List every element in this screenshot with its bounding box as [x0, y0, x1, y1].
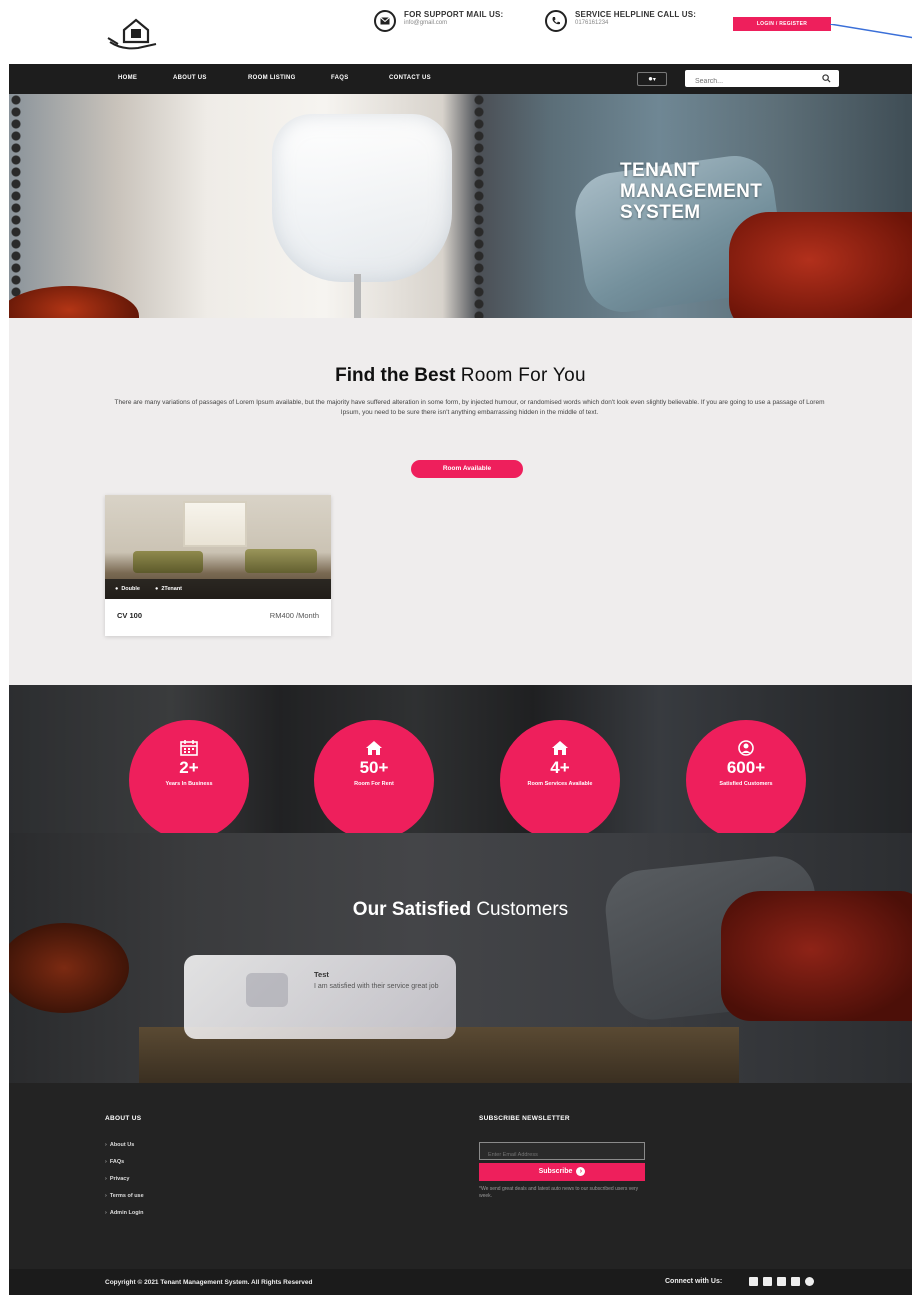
- annotation-arrow-line: [830, 24, 912, 39]
- testimonial-bg-pillow-left: [9, 923, 129, 1013]
- room-meta-strip: ● Double ● 2Tenant: [105, 579, 331, 599]
- subscribe-button[interactable]: Subscribe ›: [479, 1163, 645, 1181]
- room-photo-window: [183, 501, 247, 547]
- hero-lamp-stand: [354, 274, 361, 318]
- rooms-heading-bold: Find the Best: [335, 365, 456, 386]
- room-price: RM400 /Month: [269, 611, 319, 620]
- newsletter-note: *We send great deals and latest auto new…: [479, 1186, 639, 1199]
- phone-icon: [545, 10, 567, 32]
- rooms-description: There are many variations of passages of…: [114, 399, 825, 416]
- hero-pillow-red: [729, 212, 912, 318]
- main-nav: HOME ABOUT US ROOM LISTING FAQS CONTACT …: [9, 64, 912, 94]
- stat-value: 50+: [359, 758, 389, 777]
- mail-title: FOR SUPPORT MAIL US:: [404, 10, 504, 19]
- rooms-section: Find the Best Room For You There are man…: [9, 318, 912, 685]
- mail-address[interactable]: info@gmail.com: [404, 20, 503, 26]
- support-mail: FOR SUPPORT MAIL US: info@gmail.com: [374, 10, 503, 32]
- footer-link-about-us[interactable]: About Us: [105, 1142, 134, 1148]
- bed-icon: ●: [115, 586, 119, 592]
- user-icon: ●: [155, 586, 159, 592]
- hero-pillow-red-left: [9, 286, 139, 318]
- headboard-decoration: [9, 94, 23, 318]
- stat-label: Room For Rent: [354, 781, 394, 787]
- top-header: FOR SUPPORT MAIL US: info@gmail.com SERV…: [0, 0, 912, 64]
- subscribe-label: Subscribe: [538, 1168, 573, 1175]
- footer-link-terms[interactable]: Terms of use: [105, 1193, 144, 1199]
- newsletter-email-box: [479, 1142, 645, 1163]
- room-bed-label: Double: [121, 586, 140, 592]
- room-photo-bed: [133, 551, 203, 573]
- stat-satisfied-customers: 600+ Satisfied Customers: [686, 720, 806, 833]
- headboard-decoration: [472, 94, 486, 318]
- stat-value: 2+: [179, 758, 199, 777]
- room-available-button[interactable]: Room Available: [411, 460, 523, 478]
- logo-icon[interactable]: [104, 14, 162, 54]
- newsletter-heading: SUBSCRIBE NEWSLETTER: [479, 1115, 570, 1122]
- phone-title: SERVICE HELPLINE CALL US:: [575, 10, 697, 19]
- testimonial-name: Test: [314, 970, 329, 979]
- hero-banner: TENANT MANAGEMENT SYSTEM: [9, 94, 912, 318]
- search-icon[interactable]: [822, 74, 831, 83]
- support-phone: SERVICE HELPLINE CALL US: 0176161234: [545, 10, 696, 32]
- login-register-button[interactable]: LOGIN / REGISTER: [733, 17, 831, 31]
- user-icon: [738, 740, 754, 756]
- twitter-icon[interactable]: [763, 1277, 772, 1286]
- copyright-bar: Copyright © 2021 Tenant Management Syste…: [9, 1269, 912, 1295]
- rooms-heading-light: Room For You: [460, 365, 586, 386]
- nav-contact-us[interactable]: CONTACT US: [389, 75, 431, 81]
- stat-value: 4+: [550, 758, 570, 777]
- testimonials-heading-bold: Our Satisfied: [352, 899, 472, 920]
- home-icon: [552, 741, 568, 755]
- room-photo-bed: [245, 549, 317, 573]
- chevron-down-icon: ▾: [652, 77, 656, 83]
- footer-link-admin-login[interactable]: Admin Login: [105, 1210, 144, 1216]
- search-input[interactable]: [685, 73, 815, 90]
- testimonials-heading-light: Customers: [476, 899, 569, 920]
- stat-years-in-business: 2+ Years In Business: [129, 720, 249, 833]
- search-box: [685, 70, 839, 90]
- copyright-text: Copyright © 2021 Tenant Management Syste…: [105, 1279, 313, 1286]
- room-name[interactable]: CV 100: [117, 611, 142, 620]
- nav-home[interactable]: HOME: [118, 75, 137, 81]
- footer-about-heading: ABOUT US: [105, 1115, 142, 1122]
- rooms-heading: Find the Best Room For You: [9, 365, 912, 387]
- stat-label: Satisfied Customers: [719, 781, 773, 787]
- nav-room-listing[interactable]: ROOM LISTING: [248, 75, 296, 81]
- phone-number[interactable]: 0176161234: [575, 20, 696, 26]
- hero-title: TENANT MANAGEMENT SYSTEM: [620, 160, 763, 223]
- room-photo[interactable]: ● Double ● 2Tenant: [105, 495, 331, 599]
- newsletter-email-input[interactable]: [480, 1147, 644, 1163]
- stat-value: 600+: [726, 758, 766, 777]
- linkedin-icon[interactable]: [777, 1277, 786, 1286]
- testimonials-section: Our Satisfied Customers Test I am satisf…: [9, 833, 912, 1083]
- stat-room-services: 4+ Room Services Available: [500, 720, 620, 833]
- room-bed-type: ● Double: [115, 586, 140, 592]
- language-dropdown[interactable]: ●▾: [637, 72, 667, 86]
- testimonial-card: Test I am satisfied with their service g…: [184, 955, 456, 1039]
- nav-faqs[interactable]: FAQS: [331, 75, 349, 81]
- facebook-icon[interactable]: [749, 1277, 758, 1286]
- footer-link-faqs[interactable]: FAQs: [105, 1159, 124, 1165]
- connect-label: Connect with Us:: [665, 1278, 723, 1285]
- footer-link-privacy[interactable]: Privacy: [105, 1176, 130, 1182]
- stat-label: Room Services Available: [527, 781, 593, 787]
- arrow-right-icon: ›: [576, 1166, 586, 1176]
- home-icon: [366, 741, 382, 755]
- testimonial-text: I am satisfied with their service great …: [314, 983, 439, 990]
- room-tenant-label: 2Tenant: [161, 586, 183, 592]
- calendar-icon: [180, 740, 198, 756]
- stats-section: 2+ Years In Business 50+ Room For Rent 4…: [9, 685, 912, 833]
- testimonials-heading: Our Satisfied Customers: [9, 899, 912, 921]
- stat-label: Years In Business: [165, 781, 213, 787]
- room-card[interactable]: ● Double ● 2Tenant CV 100 RM400 /Month: [105, 495, 331, 636]
- stat-room-for-rent: 50+ Room For Rent: [314, 720, 434, 833]
- instagram-icon[interactable]: [805, 1277, 814, 1286]
- room-tenant-count: ● 2Tenant: [155, 586, 182, 592]
- footer: ABOUT US About Us FAQs Privacy Terms of …: [9, 1083, 912, 1269]
- google-plus-icon[interactable]: [791, 1277, 800, 1286]
- mail-icon: [374, 10, 396, 32]
- nav-about-us[interactable]: ABOUT US: [173, 75, 207, 81]
- quote-icon: [246, 973, 288, 1007]
- hero-lamp: [272, 114, 452, 282]
